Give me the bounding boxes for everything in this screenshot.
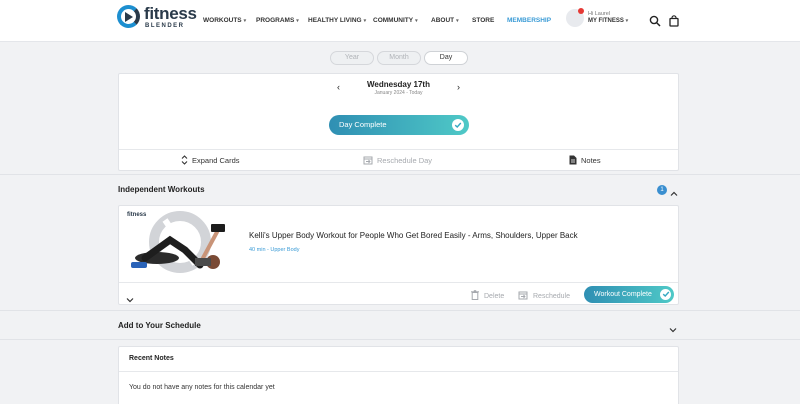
day-card: ‹ Wednesday 17th January 2024 - Today › … [118,73,679,171]
day-subtitle: January 2024 - Today [374,90,423,96]
thumbnail-brand: fitness [127,212,147,218]
workout-title[interactable]: Kelli's Upper Body Workout for People Wh… [249,231,578,240]
nav-about[interactable]: ABOUT ▾ [431,17,459,24]
workout-complete-button[interactable]: Workout Complete [584,286,674,303]
workout-count-badge: 1 [657,185,667,195]
user-greeting: Hi Laurel [588,11,611,17]
divider [0,174,800,175]
shopping-bag-icon[interactable] [668,14,682,28]
chevron-down-icon: ▾ [296,18,299,24]
chevron-up-icon[interactable] [670,185,678,203]
check-icon [452,119,464,131]
calendar-move-icon [518,291,528,300]
workout-thumbnail[interactable]: fitness [125,210,235,276]
day-actions-bar: Expand Cards Reschedule Day Notes [119,149,678,171]
add-to-schedule-title[interactable]: Add to Your Schedule [118,321,201,330]
chevron-down-icon: ▾ [456,18,459,24]
search-icon[interactable] [649,14,663,28]
day-title: Wednesday 17th [367,80,430,89]
notes-button[interactable]: Notes [569,155,601,165]
chevron-down-icon[interactable] [126,291,134,309]
logo-mark-icon [117,5,140,28]
chevron-down-icon[interactable] [669,321,677,339]
divider [0,339,800,340]
logo-wordmark: fitness [144,4,197,23]
chevron-down-icon: ▾ [415,18,418,24]
chevron-down-icon: ▾ [243,18,247,24]
nav-store[interactable]: STORE [472,17,494,24]
calendar-move-icon [363,156,373,165]
divider [0,310,800,311]
divider [119,371,678,372]
expand-icon [181,155,188,165]
reschedule-button[interactable]: Reschedule [518,290,570,300]
nav-community[interactable]: COMMUNITY ▾ [373,17,418,24]
nav-membership[interactable]: MEMBERSHIP [507,17,551,24]
delete-button[interactable]: Delete [471,290,504,300]
workout-meta: 40 min - Upper Body [249,247,300,253]
workout-actions-bar: Delete Reschedule Workout Complete [119,282,678,306]
nav-programs[interactable]: PROGRAMS ▾ [256,17,299,24]
notification-dot [578,8,584,14]
logo-subtitle: BLENDER [145,23,185,29]
recent-notes-title: Recent Notes [129,355,174,362]
recent-notes-card: Recent Notes You do not have any notes f… [118,346,679,404]
workout-card[interactable]: fitness Kelli's Upper Body Workout for P… [118,205,679,305]
chevron-right-icon[interactable]: › [457,82,460,92]
trash-icon [471,290,479,300]
expand-cards-button[interactable]: Expand Cards [181,155,240,165]
tab-month[interactable]: Month [377,51,421,65]
tab-year[interactable]: Year [330,51,374,65]
tab-day[interactable]: Day [424,51,468,65]
top-navigation-bar: fitness BLENDER WORKOUTS ▾ PROGRAMS ▾ HEAL… [0,0,800,42]
chevron-down-icon: ▾ [625,18,629,24]
check-icon [660,288,671,300]
reschedule-day-button[interactable]: Reschedule Day [363,155,432,165]
nav-workouts[interactable]: WORKOUTS ▾ [203,17,246,24]
notes-empty-message: You do not have any notes for this calen… [129,384,275,391]
fitness-blender-logo[interactable]: fitness BLENDER [117,4,197,34]
document-icon [569,155,577,165]
independent-workouts-title: Independent Workouts [118,185,205,194]
chevron-down-icon: ▾ [363,18,367,24]
day-complete-button[interactable]: Day Complete [329,115,469,135]
my-fitness-menu[interactable]: MY FITNESS ▾ [588,18,628,24]
nav-healthy-living[interactable]: HEALTHY LIVING ▾ [308,17,366,24]
